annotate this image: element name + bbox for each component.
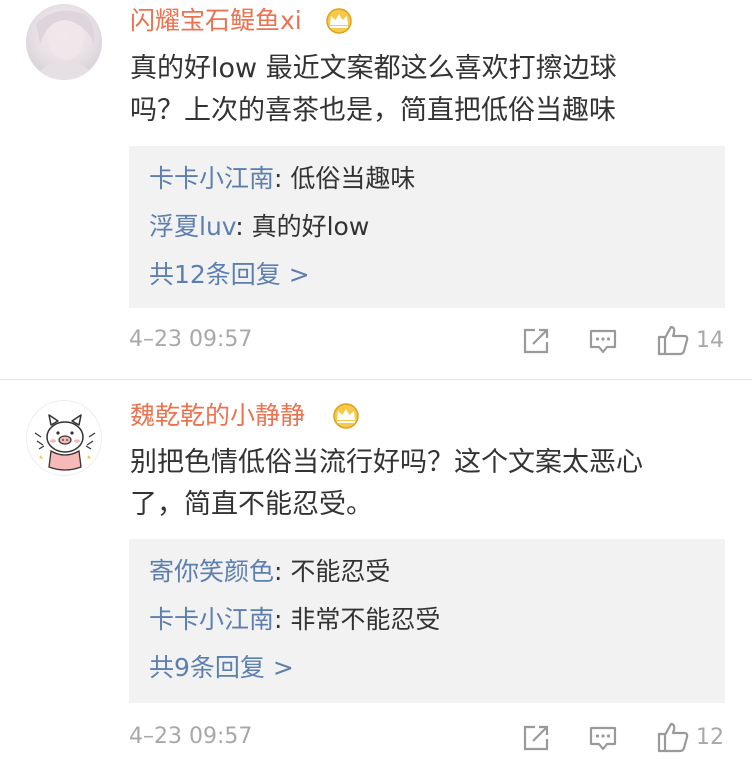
timestamp: 4–23 09:57	[129, 327, 253, 352]
reply-text: : 不能忍受	[274, 557, 391, 586]
crown-icon	[331, 403, 361, 429]
reply-username[interactable]: 卡卡小江南	[149, 164, 274, 193]
reply-box[interactable]: 寄你笑颜色: 不能忍受 卡卡小江南: 非常不能忍受 共9条回复 >	[129, 539, 725, 703]
like-count: 12	[696, 725, 724, 750]
like-count: 14	[696, 328, 724, 353]
comment-icon[interactable]	[588, 723, 618, 753]
crown-icon	[324, 8, 354, 34]
username[interactable]: 魏乾乾的小静静	[130, 400, 305, 432]
comment-item: 魏乾乾的小静静 别把色情低俗当流行好吗？这个文案太恶心 了，简直不能忍受。 寄你…	[0, 379, 752, 759]
reply-username[interactable]: 寄你笑颜色	[149, 557, 274, 586]
reply-text: : 低俗当趣味	[274, 164, 416, 193]
pig-avatar-icon	[34, 414, 96, 471]
comment-text-line: 了，简直不能忍受。	[130, 489, 373, 520]
reply-box[interactable]: 卡卡小江南: 低俗当趣味 浮夏luv: 真的好low 共12条回复 >	[129, 146, 725, 308]
share-icon[interactable]	[521, 723, 551, 753]
share-icon[interactable]	[521, 326, 551, 356]
comment-meta: 4–23 09:57 14	[0, 322, 752, 362]
more-replies-link[interactable]: 共12条回复 >	[149, 258, 310, 292]
reply-item[interactable]: 浮夏luv: 真的好low	[149, 210, 369, 244]
reply-username[interactable]: 浮夏luv	[149, 212, 235, 241]
reply-text: : 真的好low	[235, 212, 370, 241]
comment-text-line: 别把色情低俗当流行好吗？这个文案太恶心	[130, 447, 643, 478]
comment-text: 真的好low 最近文案都这么喜欢打擦边球 吗？上次的喜茶也是，简直把低俗当趣味	[130, 48, 730, 132]
timestamp: 4–23 09:57	[129, 724, 253, 749]
reply-item[interactable]: 寄你笑颜色: 不能忍受	[149, 555, 390, 589]
comment-text-line: 真的好low 最近文案都这么喜欢打擦边球	[130, 53, 617, 84]
like-icon[interactable]	[656, 721, 690, 753]
reply-text: : 非常不能忍受	[274, 605, 441, 634]
user-avatar-image-icon	[32, 10, 98, 80]
comment-meta: 4–23 09:57 12	[0, 719, 752, 759]
like-icon[interactable]	[656, 324, 690, 356]
avatar[interactable]	[26, 4, 102, 80]
comment-text: 别把色情低俗当流行好吗？这个文案太恶心 了，简直不能忍受。	[130, 442, 730, 526]
comment-icon[interactable]	[588, 326, 618, 356]
reply-username[interactable]: 卡卡小江南	[149, 605, 274, 634]
username[interactable]: 闪耀宝石鳀鱼xi	[130, 5, 302, 37]
avatar[interactable]	[26, 400, 102, 476]
comment-item: 闪耀宝石鳀鱼xi 真的好low 最近文案都这么喜欢打擦边球 吗？上次的喜茶也是，…	[0, 0, 752, 379]
reply-item[interactable]: 卡卡小江南: 非常不能忍受	[149, 603, 440, 637]
reply-item[interactable]: 卡卡小江南: 低俗当趣味	[149, 162, 415, 196]
comment-text-line: 吗？上次的喜茶也是，简直把低俗当趣味	[130, 95, 616, 126]
more-replies-link[interactable]: 共9条回复 >	[149, 651, 294, 685]
